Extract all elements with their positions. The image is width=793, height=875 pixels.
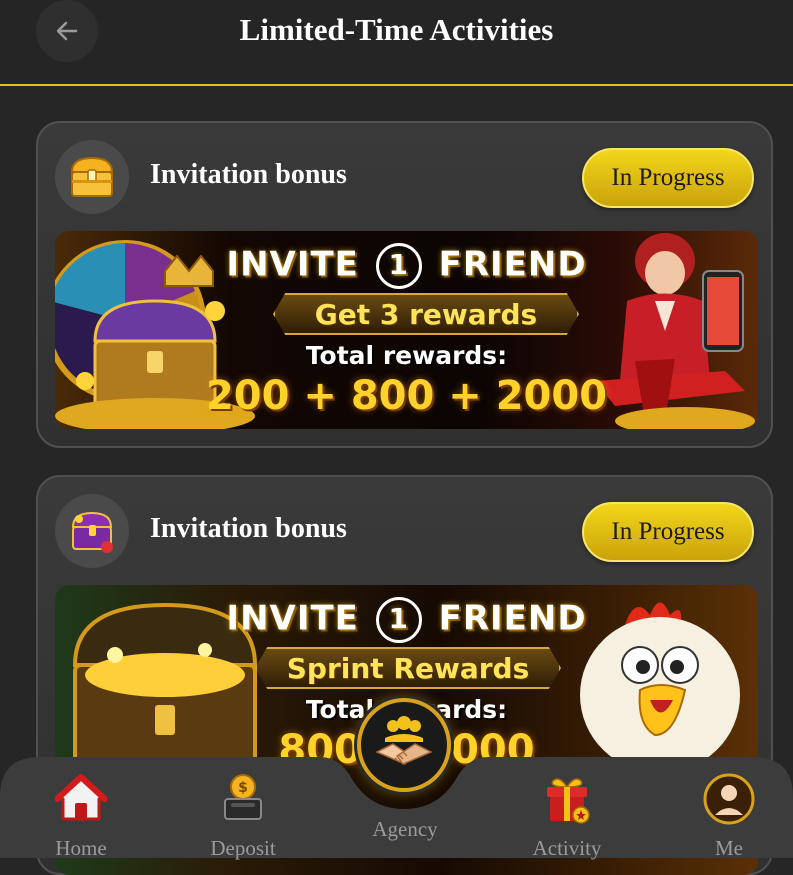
- nav-label: Deposit: [210, 836, 276, 860]
- headline-right: FRIEND: [438, 244, 587, 285]
- home-icon: [54, 774, 108, 821]
- headline-number: 1: [375, 597, 422, 643]
- headline-number: 1: [375, 243, 422, 289]
- user-icon: [703, 773, 755, 825]
- headline-right: FRIEND: [438, 598, 587, 639]
- banner-ribbon: Get 3 rewards: [273, 293, 579, 335]
- nav-item-me[interactable]: Me: [679, 773, 779, 861]
- nav-label: Agency: [372, 817, 438, 841]
- deposit-icon: $: [224, 774, 262, 820]
- headline-left: INVITE: [226, 244, 359, 285]
- status-button[interactable]: In Progress: [582, 148, 754, 208]
- activity-card[interactable]: Invitation bonus In Progress INVITE 1 FR…: [36, 121, 773, 448]
- nav-item-deposit[interactable]: $ Deposit: [193, 773, 293, 861]
- nav-label: Me: [715, 836, 743, 860]
- activity-title: Invitation bonus: [150, 513, 347, 544]
- handshake-icon: [375, 716, 433, 765]
- activity-title: Invitation bonus: [150, 159, 347, 190]
- svg-text:$: $: [238, 780, 248, 796]
- banner-headline: INVITE 1 FRIEND: [55, 243, 758, 289]
- nav-label: Activity: [532, 836, 602, 860]
- nav-item-home[interactable]: Home: [31, 773, 131, 861]
- gift-icon: [547, 778, 590, 824]
- activity-banner[interactable]: INVITE 1 FRIEND Get 3 rewards Total rewa…: [55, 231, 758, 429]
- banner-headline: INVITE 1 FRIEND: [55, 597, 758, 643]
- gift-chest-icon: [55, 494, 129, 568]
- header: Limited-Time Activities: [0, 0, 793, 86]
- treasure-chest-icon: [55, 140, 129, 214]
- total-rewards-values: 200 + 800 + 2000: [205, 373, 608, 419]
- nav-item-agency[interactable]: Agency: [355, 817, 455, 842]
- page-title: Limited-Time Activities: [239, 12, 554, 47]
- banner-ribbon: Sprint Rewards: [255, 647, 561, 689]
- status-button[interactable]: In Progress: [582, 502, 754, 562]
- agency-button[interactable]: [357, 698, 451, 792]
- total-rewards-label: Total rewards:: [305, 341, 508, 370]
- nav-label: Home: [55, 836, 107, 860]
- headline-left: INVITE: [226, 598, 359, 639]
- nav-item-activity[interactable]: Activity: [517, 773, 617, 861]
